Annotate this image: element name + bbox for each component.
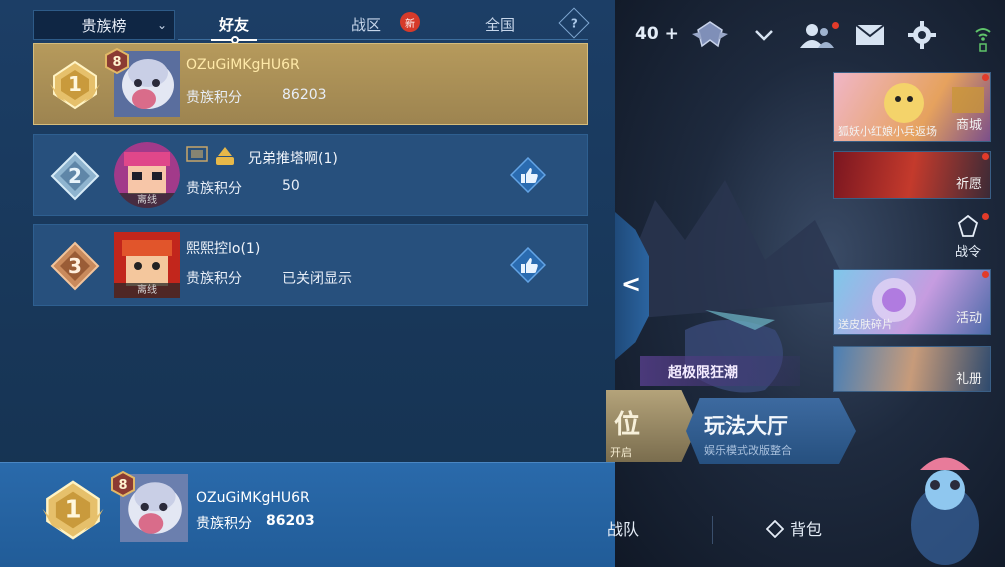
like-button[interactable] — [510, 247, 546, 283]
ranked-subtitle: 开启 — [610, 446, 632, 459]
chevron-down-icon[interactable] — [754, 28, 774, 42]
bag-icon — [766, 520, 784, 538]
bronze-rank-medal-icon: 3 — [50, 241, 100, 291]
avatar[interactable]: 离线 — [114, 232, 180, 298]
my-player-name: OZuGiMKgHU6R — [196, 490, 310, 506]
shop-caption: 狐妖小红娘小兵返场 — [838, 125, 937, 138]
like-button[interactable] — [510, 157, 546, 193]
mode-hall-title: 玩法大厅 — [704, 414, 788, 438]
notification-dot — [982, 153, 989, 160]
ranking-row-2[interactable]: 2 离线 兄弟推塔啊(1) 贵族积分 50 — [33, 134, 588, 216]
my-score-label: 贵族积分 — [196, 516, 252, 532]
shop-card[interactable]: 狐妖小红娘小兵返场 商城 — [833, 72, 991, 142]
svg-text:8: 8 — [112, 55, 121, 70]
shop-label: 商城 — [955, 118, 982, 133]
season-emblem-icon[interactable] — [692, 20, 728, 50]
score-value: 已关闭显示 — [282, 271, 352, 287]
rank-number: 1 — [64, 494, 81, 523]
plus-icon: + — [658, 24, 679, 44]
help-icon[interactable]: ? — [558, 7, 590, 39]
rank-number: 3 — [68, 254, 82, 278]
ranking-row-1[interactable]: 1 8 OZuGiMKgHU6R 贵族积分 86203 — [33, 43, 588, 125]
event-card[interactable]: 送皮肤碎片 活动 — [833, 269, 991, 335]
tab-friends-label: 好友 — [219, 16, 250, 34]
avatar[interactable]: 离线 — [114, 142, 180, 208]
my-rank-bar: 1 8 OZuGiMKgHU6R 贵族积分 86203 — [0, 462, 615, 567]
score-value: 50 — [282, 178, 300, 194]
tab-friends[interactable]: 好友 — [211, 14, 258, 44]
bottom-divider — [712, 516, 713, 544]
offline-label: 离线 — [114, 193, 180, 208]
notification-dot — [982, 271, 989, 278]
notification-dot — [982, 74, 989, 81]
silver-rank-medal-icon: 2 — [50, 151, 100, 201]
svip-icon — [216, 147, 234, 165]
player-name: OZuGiMKgHU6R — [186, 57, 300, 73]
gold-rank-medal-icon: 1 — [50, 60, 100, 110]
notification-dot — [982, 213, 989, 220]
wish-card[interactable]: 祈愿 — [833, 151, 991, 199]
rank-number: 2 — [68, 164, 82, 188]
wish-label: 祈愿 — [955, 177, 982, 192]
tab-nation[interactable]: 全国 — [485, 14, 515, 35]
team-button[interactable]: 战队 — [607, 516, 639, 540]
chevron-left-icon: < — [621, 270, 642, 298]
signal-icon — [975, 28, 991, 52]
tab-zone-label: 战区 — [351, 16, 382, 34]
tab-nation-label: 全国 — [485, 16, 516, 34]
new-badge: 新 — [400, 12, 420, 32]
rank-type-label: 贵族榜 — [81, 16, 127, 35]
offline-label: 离线 — [114, 283, 180, 298]
status-icons — [186, 146, 236, 166]
mail-icon[interactable] — [855, 24, 885, 46]
player-name: 熙熙控lo(1) — [186, 241, 261, 257]
bag-button[interactable]: 背包 — [766, 516, 822, 540]
score-value: 86203 — [282, 87, 327, 103]
notification-dot — [832, 22, 839, 29]
score-label: 贵族积分 — [186, 90, 242, 106]
score-label: 贵族积分 — [186, 271, 242, 287]
gold-rank-medal-icon: 1 — [42, 480, 104, 540]
noble-level-badge: 8 — [111, 471, 135, 497]
stamina-value: 40 — [635, 24, 659, 44]
chevron-down-icon: ⌄ — [156, 18, 167, 32]
bag-label: 背包 — [790, 520, 823, 539]
ranked-title: 位 — [614, 410, 641, 440]
event-label: 活动 — [955, 311, 982, 326]
frame-icon — [186, 146, 208, 162]
event-caption: 送皮肤碎片 — [838, 318, 893, 331]
war-order-label: 战令 — [954, 245, 981, 260]
promo-banner[interactable]: 超极限狂潮 — [640, 356, 800, 386]
player-name: 兄弟推塔啊(1) — [248, 151, 338, 167]
stamina-counter[interactable]: 40 + — [635, 24, 679, 44]
gift-book-card[interactable]: 礼册 — [833, 346, 991, 392]
rank-number: 1 — [68, 72, 82, 96]
gear-icon[interactable] — [907, 20, 937, 50]
war-order-icon — [957, 214, 979, 237]
ranked-match-button[interactable]: 位 开启 — [606, 390, 698, 462]
gift-book-label: 礼册 — [955, 372, 982, 387]
my-score-value: 86203 — [266, 513, 315, 529]
ranking-topbar: 贵族榜 ⌄ 好友 战区 新 全国 ? — [33, 7, 590, 44]
mode-hall-button[interactable]: 玩法大厅 娱乐模式改版整合 — [686, 398, 856, 464]
team-label: 战队 — [607, 520, 640, 539]
ranking-panel: 贵族榜 ⌄ 好友 战区 新 全国 ? 1 8 OZuGiMKgHU6R 贵族积分… — [0, 0, 615, 567]
mode-hall-subtitle: 娱乐模式改版整合 — [704, 444, 792, 457]
tab-zone[interactable]: 战区 — [351, 14, 381, 35]
score-label: 贵族积分 — [186, 181, 242, 197]
war-order-button[interactable]: 战令 — [948, 214, 988, 260]
svg-text:8: 8 — [118, 478, 127, 493]
rank-type-select[interactable]: 贵族榜 ⌄ — [33, 10, 175, 40]
friends-icon[interactable] — [800, 22, 834, 48]
ranking-row-3[interactable]: 3 离线 熙熙控lo(1) 贵族积分 已关闭显示 — [33, 224, 588, 306]
noble-level-badge: 8 — [105, 48, 129, 74]
